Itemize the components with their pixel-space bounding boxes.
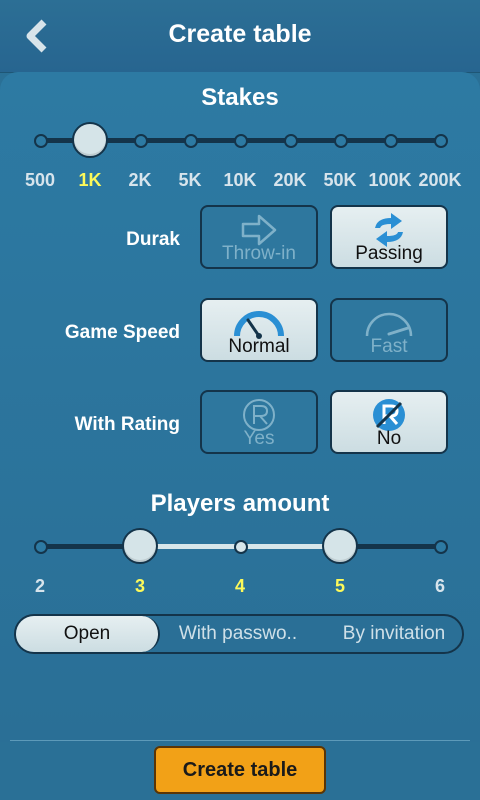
rating-yes-label: Yes	[243, 428, 275, 449]
fast-speed-label: Fast	[370, 336, 408, 357]
durak-label: Durak	[126, 229, 180, 250]
access-invitation-tab[interactable]: By invitation	[326, 616, 462, 652]
passing-label: Passing	[355, 243, 423, 264]
stakes-tick[interactable]	[134, 134, 148, 148]
stakes-tick[interactable]	[234, 134, 248, 148]
players-tick[interactable]	[234, 540, 248, 554]
access-password-tab[interactable]: With passwo..	[168, 616, 308, 652]
players-tick-label-selected: 4	[234, 576, 245, 596]
players-max-knob[interactable]	[322, 528, 358, 564]
passing-option[interactable]: Passing	[330, 205, 448, 269]
page-title: Create table	[168, 20, 312, 48]
speedometer-icon	[234, 311, 284, 339]
players-tick-label: 2	[34, 576, 45, 596]
stakes-tick[interactable]	[334, 134, 348, 148]
access-segmented-control: Open With passwo.. By invitation	[14, 614, 464, 654]
stakes-tick[interactable]	[284, 134, 298, 148]
stakes-tick[interactable]	[434, 134, 448, 148]
rating-no-label: No	[376, 428, 402, 449]
players-tick[interactable]	[34, 540, 48, 554]
with-rating-label: With Rating	[74, 414, 180, 435]
top-bar: Create table	[0, 0, 480, 73]
stakes-tick[interactable]	[384, 134, 398, 148]
players-amount-title: Players amount	[150, 490, 330, 517]
speedometer-fast-icon	[365, 312, 413, 337]
rating-yes-option[interactable]: Yes	[200, 390, 318, 454]
normal-speed-option[interactable]: Normal	[200, 298, 318, 362]
players-tick[interactable]	[434, 540, 448, 554]
players-tick-label-selected: 3	[134, 576, 145, 596]
access-open-tab[interactable]: Open	[16, 616, 160, 652]
no-rating-icon	[373, 399, 405, 431]
throw-in-label: Throw-in	[222, 243, 296, 264]
footer-divider	[10, 740, 470, 741]
throw-in-option[interactable]: Throw-in	[200, 205, 318, 269]
fast-speed-option[interactable]: Fast	[330, 298, 448, 362]
normal-speed-label: Normal	[228, 336, 290, 357]
players-min-knob[interactable]	[122, 528, 158, 564]
rating-no-option[interactable]: No	[330, 390, 448, 454]
stakes-tick-label: 200K	[418, 170, 462, 190]
game-speed-label: Game Speed	[64, 322, 180, 343]
players-tick-label: 6	[434, 576, 445, 596]
arrow-right-icon	[241, 214, 277, 246]
stakes-tick[interactable]	[34, 134, 48, 148]
swap-arrows-icon	[375, 213, 403, 247]
rating-icon	[243, 399, 275, 431]
players-tick-label-selected: 5	[334, 576, 345, 596]
stakes-slider-knob[interactable]	[72, 122, 108, 158]
create-table-button[interactable]: Create table	[154, 746, 326, 794]
stakes-title: Stakes	[201, 84, 279, 111]
stakes-tick[interactable]	[184, 134, 198, 148]
